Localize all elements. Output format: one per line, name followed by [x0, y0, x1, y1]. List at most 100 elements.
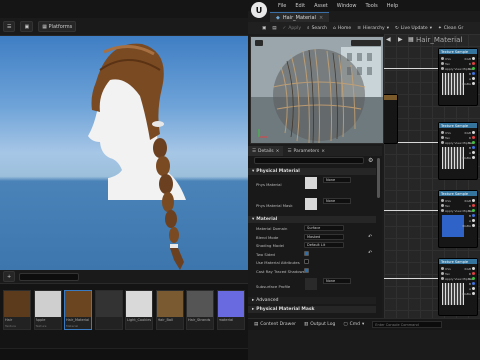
- output-pin[interactable]: [472, 151, 475, 154]
- asset-tile[interactable]: [94, 290, 123, 330]
- phys-material-mask-thumbnail[interactable]: [305, 198, 317, 210]
- asset-tile[interactable]: Hair_Material Material: [64, 290, 92, 330]
- asset-search-input[interactable]: [19, 272, 80, 281]
- output-pin[interactable]: [472, 204, 475, 207]
- tab-hair-material[interactable]: ◆ Hair_Material ×: [270, 12, 330, 22]
- phys-material-mask-dropdown[interactable]: None: [323, 198, 351, 204]
- details-search-input[interactable]: [254, 157, 364, 164]
- input-pin[interactable]: [441, 272, 444, 275]
- output-pin[interactable]: [472, 82, 475, 85]
- camera-icon[interactable]: ▣: [20, 21, 34, 32]
- input-pin[interactable]: [441, 204, 444, 207]
- menu-item-asset[interactable]: Asset: [314, 3, 328, 9]
- hamburger-icon[interactable]: ☰: [3, 21, 16, 32]
- output-pin[interactable]: [472, 287, 475, 290]
- cast-ray-traced-shadows-checkbox[interactable]: [304, 268, 309, 273]
- input-pin[interactable]: [441, 267, 444, 270]
- subsurface-profile-thumbnail[interactable]: [305, 278, 317, 290]
- live-update-button[interactable]: ↻ Live Update ▾: [395, 26, 432, 31]
- blend-mode-dropdown[interactable]: Masked: [304, 234, 344, 240]
- input-pin[interactable]: [441, 209, 444, 212]
- texture-sample-node[interactable]: Texture Sample UVs Tex Apply View MipBias RG…: [438, 48, 478, 106]
- material-domain-dropdown[interactable]: Surface: [304, 225, 344, 231]
- asset-tile[interactable]: Apple Texture: [33, 290, 62, 330]
- output-log-button[interactable]: ▥ Output Log: [304, 322, 335, 327]
- cmd-dropdown[interactable]: ▢ Cmd ▾: [343, 322, 364, 327]
- back-icon[interactable]: ◀: [386, 36, 391, 43]
- input-pin[interactable]: [441, 141, 444, 144]
- texture-sample-node[interactable]: Texture Sample UVs Tex Apply View MipBias RG…: [438, 258, 478, 316]
- save-button[interactable]: ▣: [262, 26, 266, 31]
- shading-model-dropdown[interactable]: Default Lit: [304, 242, 344, 248]
- output-pin[interactable]: [472, 156, 475, 159]
- phys-material-dropdown[interactable]: None: [323, 177, 351, 183]
- browse-button[interactable]: ▤: [272, 26, 276, 31]
- input-pin[interactable]: [441, 277, 444, 280]
- menu-item-window[interactable]: Window: [337, 3, 357, 9]
- grid-icon[interactable]: ▦: [408, 36, 414, 43]
- reset-icon[interactable]: ↶: [368, 250, 372, 256]
- hierarchy-button[interactable]: ≡ Hierarchy ▾: [357, 26, 389, 31]
- subsurface-profile-dropdown[interactable]: None: [323, 278, 351, 284]
- home-button[interactable]: ⌂ Home: [333, 26, 351, 31]
- output-pin[interactable]: [472, 199, 475, 202]
- input-pin[interactable]: [441, 136, 444, 139]
- output-pin[interactable]: [472, 219, 475, 222]
- texture-sample-node[interactable]: Texture Sample UVs Tex Apply View MipBias RG…: [438, 190, 478, 248]
- input-pin[interactable]: [441, 131, 444, 134]
- input-pin[interactable]: [441, 62, 444, 65]
- material-graph[interactable]: Hair_Material ◀ ▶ ▦ Texture Sample UVs Tex…: [384, 34, 480, 318]
- output-pin[interactable]: [472, 77, 475, 80]
- perspective-button[interactable]: [255, 40, 263, 46]
- output-pin[interactable]: [472, 292, 475, 295]
- texture-sample-node[interactable]: Texture Sample UVs Tex Apply View MipBias RG…: [438, 122, 478, 180]
- clean-graph-button[interactable]: ✦ Clean Gr: [438, 26, 463, 31]
- close-icon[interactable]: ×: [321, 149, 325, 154]
- asset-tile[interactable]: Hair_Strands: [186, 290, 214, 330]
- output-pin[interactable]: [472, 146, 475, 149]
- reset-icon[interactable]: ↶: [368, 234, 372, 240]
- preview-options-button[interactable]: [351, 40, 381, 46]
- input-pin[interactable]: [441, 57, 444, 60]
- output-pin[interactable]: [472, 67, 475, 70]
- material-result-node[interactable]: [384, 94, 398, 144]
- section-physical-material[interactable]: ▾ Physical Material: [248, 168, 376, 175]
- output-pin[interactable]: [472, 214, 475, 217]
- level-viewport[interactable]: [0, 36, 248, 270]
- two-sided-checkbox[interactable]: [304, 251, 309, 256]
- forward-icon[interactable]: ▶: [398, 36, 403, 43]
- material-preview-viewport[interactable]: [250, 36, 384, 144]
- console-command-input[interactable]: Enter Console Command: [372, 321, 443, 328]
- phys-material-thumbnail[interactable]: [305, 177, 317, 189]
- output-pin[interactable]: [472, 267, 475, 270]
- apply-button[interactable]: ✓ Apply: [283, 26, 302, 31]
- tab-details[interactable]: ☰ Details ×: [248, 146, 284, 156]
- asset-tile[interactable]: Hair_Ball: [155, 290, 184, 330]
- menu-item-edit[interactable]: Edit: [295, 3, 305, 9]
- add-button[interactable]: +: [3, 271, 16, 282]
- tab-parameters[interactable]: ☰ Parameters ×: [283, 146, 329, 156]
- asset-tile[interactable]: material: [216, 290, 245, 330]
- input-pin[interactable]: [441, 67, 444, 70]
- section-material[interactable]: ▾ Material: [248, 216, 376, 223]
- settings-icon[interactable]: ⚙: [368, 157, 373, 164]
- platforms-button[interactable]: ▦ Platforms: [38, 21, 77, 32]
- close-icon[interactable]: ×: [276, 149, 280, 154]
- section-physical-material-mask[interactable]: ▸ Physical Material Mask: [248, 306, 376, 313]
- input-pin[interactable]: [441, 199, 444, 202]
- output-pin[interactable]: [472, 282, 475, 285]
- output-pin[interactable]: [472, 131, 475, 134]
- menu-item-tools[interactable]: Tools: [365, 3, 377, 9]
- use-material-attributes-checkbox[interactable]: [304, 259, 309, 264]
- output-pin[interactable]: [472, 72, 475, 75]
- search-button[interactable]: ⌕ Search: [307, 25, 327, 32]
- output-pin[interactable]: [472, 224, 475, 227]
- output-pin[interactable]: [472, 141, 475, 144]
- output-pin[interactable]: [472, 277, 475, 280]
- output-pin[interactable]: [472, 209, 475, 212]
- close-icon[interactable]: ×: [319, 15, 323, 21]
- menu-item-help[interactable]: Help: [387, 3, 398, 9]
- output-pin[interactable]: [472, 272, 475, 275]
- section-advanced[interactable]: ▸ Advanced: [248, 297, 376, 304]
- asset-tile[interactable]: Hair Texture: [3, 290, 31, 330]
